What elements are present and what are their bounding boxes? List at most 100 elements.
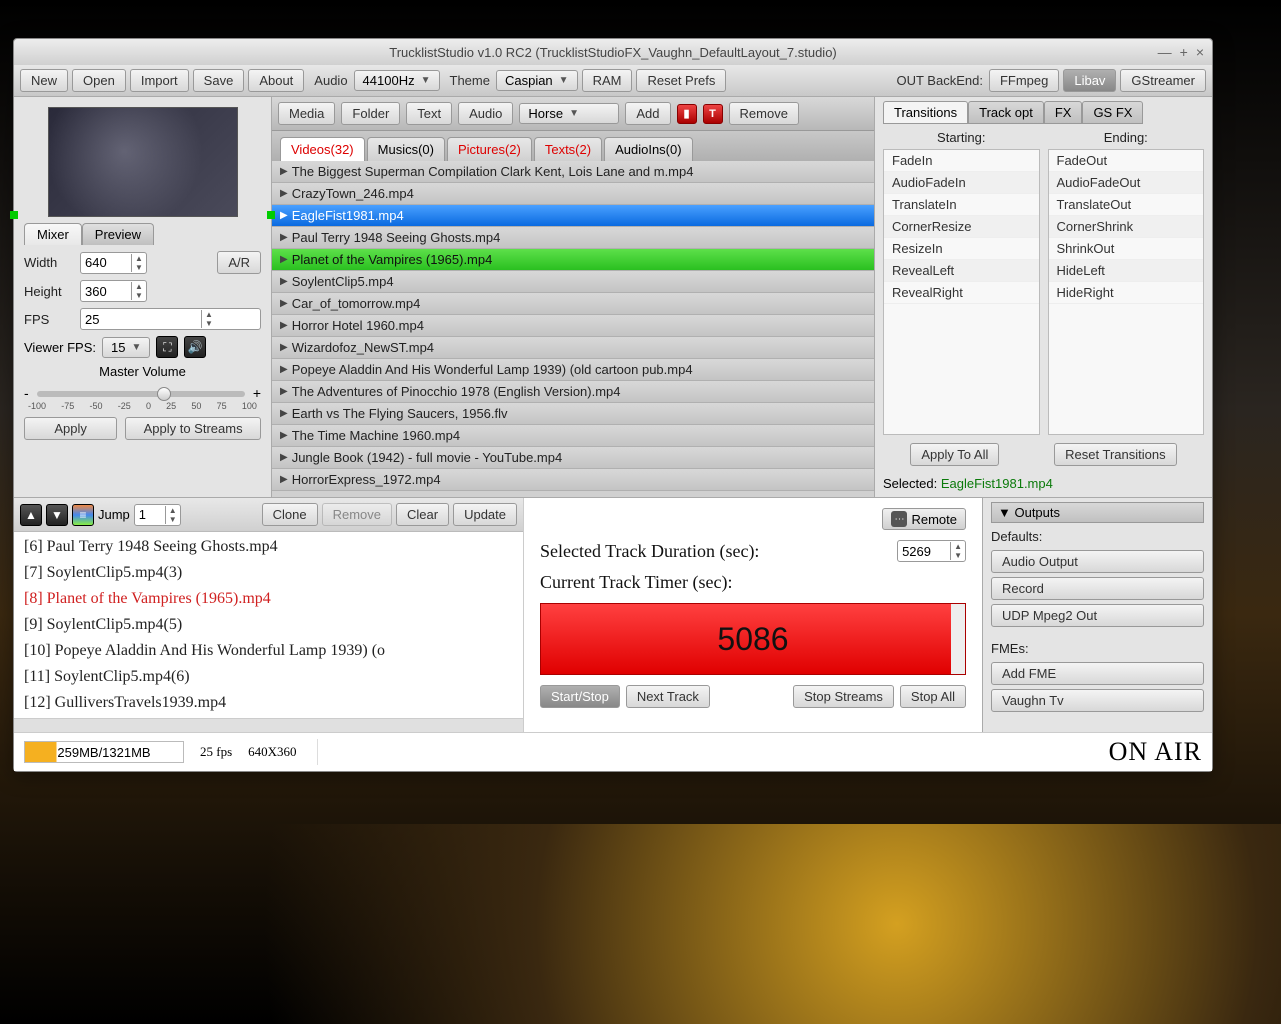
transition-item[interactable]: CornerResize [884,216,1039,238]
stop-all-button[interactable]: Stop All [900,685,966,708]
update-button[interactable]: Update [453,503,517,526]
file-row[interactable]: ▶Car_of_tomorrow.mp4 [272,293,874,315]
move-up-icon[interactable]: ▲ [20,504,42,526]
duration-spinner[interactable]: ▲▼ [897,540,966,562]
add-button[interactable]: Add [625,102,670,125]
fullscreen-icon[interactable]: ⛶ [156,336,178,358]
aspect-ratio-button[interactable]: A/R [217,251,261,274]
file-row[interactable]: ▶HorrorExpress_1972.mp4 [272,469,874,491]
width-spinner[interactable]: ▲▼ [80,252,147,274]
remote-button[interactable]: ⋯ Remote [882,508,966,530]
transition-item[interactable]: ShrinkOut [1049,238,1204,260]
transition-item[interactable]: HideLeft [1049,260,1204,282]
transition-item[interactable]: TranslateOut [1049,194,1204,216]
tab-transitions[interactable]: Transitions [883,101,968,124]
close-icon[interactable]: × [1196,44,1204,60]
queue-row[interactable]: [7] SoylentClip5.mp4(3) [14,560,523,586]
speaker-icon[interactable]: 🔊 [184,336,206,358]
udp-mpeg2-button[interactable]: UDP Mpeg2 Out [991,604,1204,627]
text-t-icon[interactable]: T [703,104,723,124]
add-fme-button[interactable]: Add FME [991,662,1204,685]
record-square-icon[interactable]: ▮ [677,104,697,124]
fps-spinner[interactable]: ▲▼ [80,308,261,330]
queue-row[interactable]: [12] GulliversTravels1939.mp4 [14,690,523,716]
queue-row[interactable]: [10] Popeye Aladdin And His Wonderful La… [14,638,523,664]
preset-combo[interactable]: Horse▼ [519,103,619,124]
transition-item[interactable]: RevealRight [884,282,1039,304]
about-button[interactable]: About [248,69,304,92]
file-row[interactable]: ▶The Adventures of Pinocchio 1978 (Engli… [272,381,874,403]
list-icon[interactable]: ≡ [72,504,94,526]
tab-preview[interactable]: Preview [82,223,154,245]
backend-gstreamer[interactable]: GStreamer [1120,69,1206,92]
record-button[interactable]: Record [991,577,1204,600]
queue-remove-button[interactable]: Remove [322,503,392,526]
transition-item[interactable]: HideRight [1049,282,1204,304]
move-down-icon[interactable]: ▼ [46,504,68,526]
backend-ffmpeg[interactable]: FFmpeg [989,69,1059,92]
transition-item[interactable]: RevealLeft [884,260,1039,282]
ram-button[interactable]: RAM [582,69,633,92]
file-row[interactable]: ▶Earth vs The Flying Saucers, 1956.flv [272,403,874,425]
starting-list[interactable]: FadeInAudioFadeInTranslateInCornerResize… [883,149,1040,435]
file-row[interactable]: ▶CrazyTown_246.mp4 [272,183,874,205]
tab-mixer[interactable]: Mixer [24,223,82,245]
queue-row[interactable]: [11] SoylentClip5.mp4(6) [14,664,523,690]
maximize-icon[interactable]: + [1180,44,1188,60]
tab-pictures[interactable]: Pictures(2) [447,137,532,161]
tab-texts[interactable]: Texts(2) [534,137,602,161]
file-row[interactable]: ▶Jungle Book (1942) - full movie - YouTu… [272,447,874,469]
queue-row[interactable]: [6] Paul Terry 1948 Seeing Ghosts.mp4 [14,534,523,560]
transition-item[interactable]: AudioFadeIn [884,172,1039,194]
transition-item[interactable]: TranslateIn [884,194,1039,216]
tab-videos[interactable]: Videos(32) [280,137,365,161]
file-row[interactable]: ▶Horror Hotel 1960.mp4 [272,315,874,337]
volume-slider[interactable] [37,391,245,397]
queue-list[interactable]: [6] Paul Terry 1948 Seeing Ghosts.mp4[7]… [14,532,523,718]
file-row[interactable]: ▶SoylentClip5.mp4 [272,271,874,293]
apply-to-all-button[interactable]: Apply To All [910,443,999,466]
outputs-header[interactable]: ▼ Outputs [991,502,1204,523]
viewer-fps-combo[interactable]: 15▼ [102,337,150,358]
file-list[interactable]: ▶The Biggest Superman Compilation Clark … [272,161,874,497]
file-row[interactable]: ▶Wizardofoz_NewST.mp4 [272,337,874,359]
next-track-button[interactable]: Next Track [626,685,710,708]
transition-item[interactable]: ResizeIn [884,238,1039,260]
titlebar[interactable]: TrucklistStudio v1.0 RC2 (TrucklistStudi… [14,39,1212,65]
stop-streams-button[interactable]: Stop Streams [793,685,894,708]
preview-thumbnail[interactable] [48,107,238,217]
vaughn-tv-button[interactable]: Vaughn Tv [991,689,1204,712]
reset-prefs-button[interactable]: Reset Prefs [636,69,726,92]
height-spinner[interactable]: ▲▼ [80,280,147,302]
jump-spinner[interactable]: ▲▼ [134,504,181,526]
file-row[interactable]: ▶The Time Machine 1960.mp4 [272,425,874,447]
theme-combo[interactable]: Caspian▼ [496,70,578,91]
tab-track-opt[interactable]: Track opt [968,101,1044,124]
transition-item[interactable]: CornerShrink [1049,216,1204,238]
tab-audioins[interactable]: AudioIns(0) [604,137,692,161]
backend-libav[interactable]: Libav [1063,69,1116,92]
text-button[interactable]: Text [406,102,452,125]
open-button[interactable]: Open [72,69,126,92]
file-row[interactable]: ▶Paul Terry 1948 Seeing Ghosts.mp4 [272,227,874,249]
file-row[interactable]: ▶EagleFist1981.mp4 [272,205,874,227]
audio-rate-combo[interactable]: 44100Hz▼ [354,70,440,91]
start-stop-button[interactable]: Start/Stop [540,685,620,708]
apply-button[interactable]: Apply [24,417,117,440]
reset-transitions-button[interactable]: Reset Transitions [1054,443,1176,466]
ending-list[interactable]: FadeOutAudioFadeOutTranslateOutCornerShr… [1048,149,1205,435]
queue-row[interactable]: [8] Planet of the Vampires (1965).mp4 [14,586,523,612]
remove-button[interactable]: Remove [729,102,799,125]
minimize-icon[interactable]: — [1158,44,1172,60]
new-button[interactable]: New [20,69,68,92]
transition-item[interactable]: FadeOut [1049,150,1204,172]
transition-item[interactable]: FadeIn [884,150,1039,172]
clear-button[interactable]: Clear [396,503,449,526]
file-row[interactable]: ▶Popeye Aladdin And His Wonderful Lamp 1… [272,359,874,381]
audio-button[interactable]: Audio [458,102,513,125]
file-row[interactable]: ▶Planet of the Vampires (1965).mp4 [272,249,874,271]
import-button[interactable]: Import [130,69,189,92]
media-button[interactable]: Media [278,102,335,125]
tab-musics[interactable]: Musics(0) [367,137,445,161]
folder-button[interactable]: Folder [341,102,400,125]
